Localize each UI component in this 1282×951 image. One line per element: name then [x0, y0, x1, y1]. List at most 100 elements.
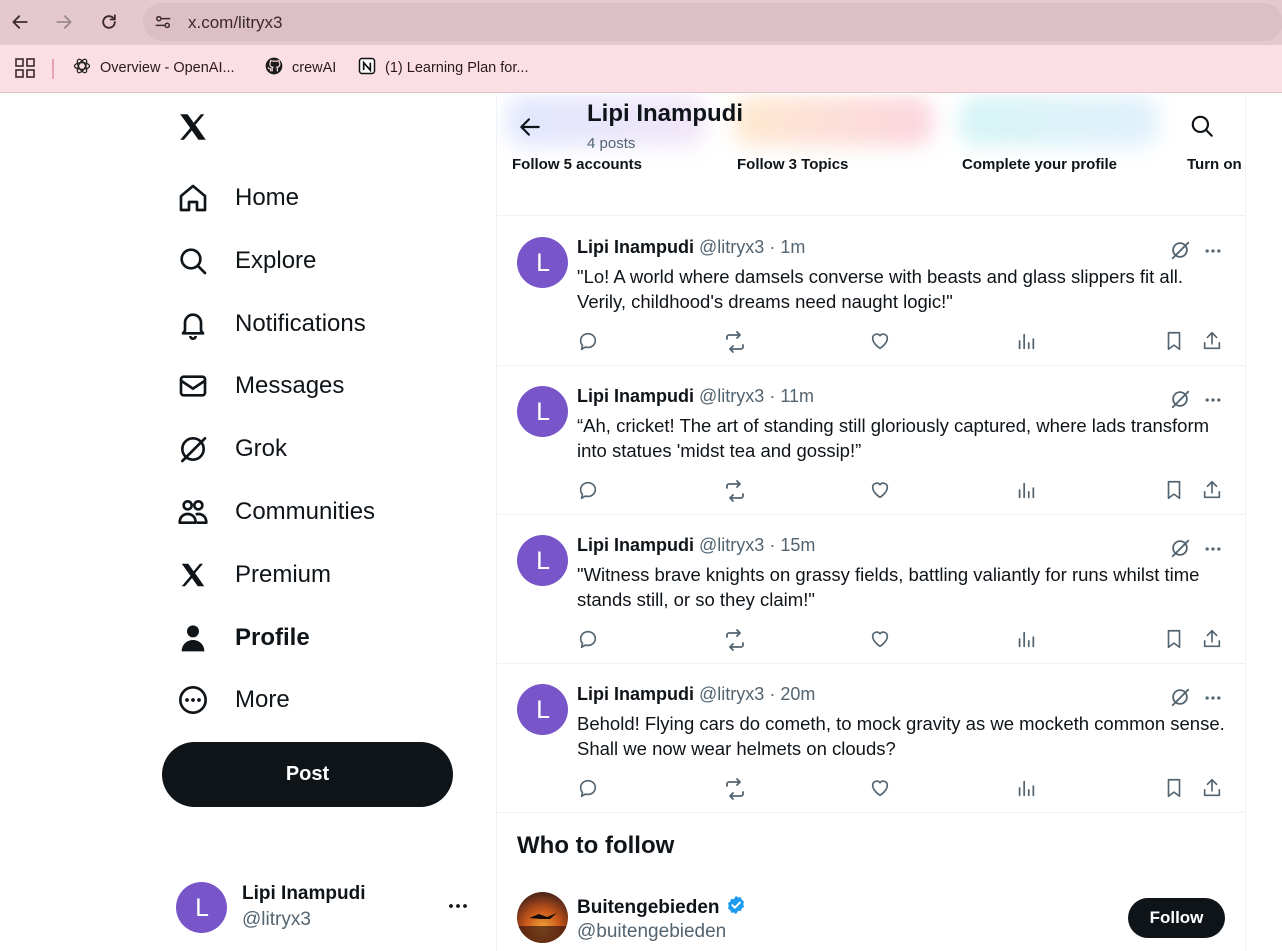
repost-icon[interactable]: [723, 330, 747, 354]
nav-messages[interactable]: Messages: [176, 364, 344, 408]
tweet[interactable]: L Lipi Inampudi @litryx3 · 1m "Lo! A wor…: [497, 217, 1245, 366]
site-settings-icon[interactable]: [153, 12, 173, 37]
grok-icon[interactable]: [1169, 537, 1191, 564]
separator: ·: [769, 237, 776, 257]
views-icon[interactable]: [1015, 628, 1039, 652]
author-handle[interactable]: @litryx3: [699, 684, 764, 704]
avatar[interactable]: L: [517, 237, 568, 288]
nav-label: Communities: [235, 498, 376, 525]
nav-notifications[interactable]: Notifications: [176, 302, 366, 346]
apps-grid-icon[interactable]: [15, 58, 35, 83]
author-name[interactable]: Lipi Inampudi: [577, 535, 694, 555]
follow-suggestion[interactable]: Buitengebieden @buitengebieden Follow: [497, 884, 1245, 951]
search-icon[interactable]: [1189, 113, 1215, 144]
avatar[interactable]: L: [517, 535, 568, 586]
like-icon[interactable]: [869, 628, 893, 652]
follow-button[interactable]: Follow: [1128, 898, 1225, 938]
grok-icon[interactable]: [1169, 239, 1191, 266]
avatar[interactable]: [517, 892, 568, 943]
like-icon[interactable]: [869, 479, 893, 503]
account-name: Lipi Inampudi: [242, 883, 366, 904]
nav-communities[interactable]: Communities: [176, 490, 375, 534]
views-icon[interactable]: [1015, 330, 1039, 354]
forward-arrow-icon[interactable]: [52, 10, 76, 34]
like-icon[interactable]: [869, 777, 893, 801]
bookmark-learning-plan[interactable]: (1) Learning Plan for...: [357, 57, 528, 79]
avatar[interactable]: L: [517, 386, 568, 437]
more-dots-icon[interactable]: [446, 894, 470, 923]
author-handle[interactable]: @litryx3: [699, 386, 764, 406]
author-name[interactable]: Lipi Inampudi: [577, 386, 694, 406]
more-dots-icon[interactable]: [1203, 390, 1223, 415]
author-handle[interactable]: @litryx3: [699, 237, 764, 257]
share-icon[interactable]: [1201, 777, 1225, 801]
onboarding-follow-topics[interactable]: Follow 3 Topics: [737, 156, 848, 173]
nav-more[interactable]: More: [176, 678, 290, 722]
bookmark-icon[interactable]: [1163, 330, 1187, 354]
author-handle[interactable]: @litryx3: [699, 535, 764, 555]
reply-icon[interactable]: [577, 628, 601, 652]
account-switcher[interactable]: L Lipi Inampudi @litryx3: [176, 880, 476, 936]
avatar[interactable]: L: [517, 684, 568, 735]
timestamp[interactable]: 1m: [780, 237, 805, 257]
reply-icon[interactable]: [577, 777, 601, 801]
views-icon[interactable]: [1015, 479, 1039, 503]
tweet-text: "Witness brave knights on grassy fields,…: [577, 564, 1200, 610]
repost-icon[interactable]: [723, 628, 747, 652]
nav-home[interactable]: Home: [176, 176, 299, 220]
nav-grok[interactable]: Grok: [176, 427, 287, 471]
bookmark-icon[interactable]: [1163, 479, 1187, 503]
grok-icon[interactable]: [1169, 686, 1191, 713]
page-title: Lipi Inampudi: [587, 100, 743, 127]
tweet-header: Lipi Inampudi @litryx3 · 20m: [577, 684, 815, 705]
nav-label: Grok: [235, 435, 288, 462]
back-arrow-icon[interactable]: [517, 114, 543, 145]
reply-icon[interactable]: [577, 479, 601, 503]
separator: ·: [769, 684, 776, 704]
repost-icon[interactable]: [723, 777, 747, 801]
author-name[interactable]: Lipi Inampudi: [577, 237, 694, 257]
tweet-text: “Ah, cricket! The art of standing still …: [577, 415, 1210, 461]
suggestion-name[interactable]: Buitengebieden: [577, 894, 747, 922]
bookmark-icon[interactable]: [1163, 777, 1187, 801]
more-dots-icon[interactable]: [1203, 688, 1223, 713]
repost-icon[interactable]: [723, 479, 747, 503]
nav-explore[interactable]: Explore: [176, 239, 316, 283]
post-button[interactable]: Post: [162, 742, 453, 807]
nav-premium[interactable]: Premium: [176, 553, 331, 597]
nav-profile[interactable]: Profile: [176, 616, 310, 660]
reload-icon[interactable]: [97, 10, 121, 34]
separator: ·: [769, 535, 776, 555]
bookmark-openai[interactable]: Overview - OpenAI...: [72, 57, 235, 79]
timestamp[interactable]: 11m: [780, 386, 814, 406]
nav-label: More: [235, 686, 290, 713]
bookmarks-divider: [52, 59, 54, 79]
more-dots-icon[interactable]: [1203, 539, 1223, 564]
tweet[interactable]: L Lipi Inampudi @litryx3 · 20m Behold! F…: [497, 664, 1245, 813]
grok-icon[interactable]: [1169, 388, 1191, 415]
tweet-header: Lipi Inampudi @litryx3 · 1m: [577, 237, 805, 258]
timestamp[interactable]: 15m: [780, 535, 815, 555]
share-icon[interactable]: [1201, 628, 1225, 652]
tweet[interactable]: L Lipi Inampudi @litryx3 · 15m "Witness …: [497, 515, 1245, 664]
onboarding-follow-accounts[interactable]: Follow 5 accounts: [512, 156, 642, 173]
onboarding-complete-profile[interactable]: Complete your profile: [962, 156, 1117, 173]
back-arrow-icon[interactable]: [8, 10, 32, 34]
tweet[interactable]: L Lipi Inampudi @litryx3 · 11m “Ah, cric…: [497, 366, 1245, 515]
onboarding-card-bg: [733, 96, 933, 146]
onboarding-turn-on[interactable]: Turn on: [1187, 156, 1242, 173]
views-icon[interactable]: [1015, 777, 1039, 801]
reply-icon[interactable]: [577, 330, 601, 354]
separator: ·: [769, 386, 776, 406]
bookmark-icon[interactable]: [1163, 628, 1187, 652]
share-icon[interactable]: [1201, 479, 1225, 503]
bookmark-crewai[interactable]: crewAI: [264, 57, 336, 79]
like-icon[interactable]: [869, 330, 893, 354]
x-logo-icon[interactable]: [176, 110, 210, 149]
address-bar[interactable]: x.com/litryx3: [143, 3, 1282, 41]
more-dots-icon[interactable]: [1203, 241, 1223, 266]
author-name[interactable]: Lipi Inampudi: [577, 684, 694, 704]
timestamp[interactable]: 20m: [780, 684, 815, 704]
share-icon[interactable]: [1201, 330, 1225, 354]
suggestion-handle[interactable]: @buitengebieden: [577, 921, 726, 943]
